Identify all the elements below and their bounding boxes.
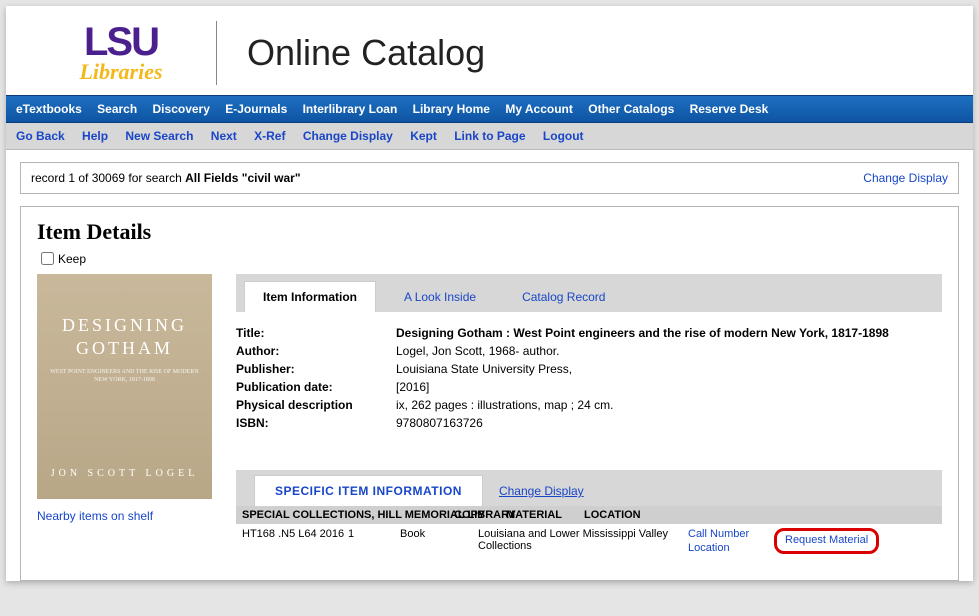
th-copy: COPY: [454, 509, 506, 521]
cell-material: Book: [400, 528, 478, 540]
nav-kept[interactable]: Kept: [410, 129, 437, 143]
nav-my-account[interactable]: My Account: [505, 102, 573, 116]
label-title: Title:: [236, 326, 396, 340]
nav-new-search[interactable]: New Search: [125, 129, 193, 143]
th-material: MATERIAL: [506, 509, 584, 521]
value-pubdate: [2016]: [396, 380, 942, 394]
item-details-panel: Item Details Keep DESIGNING GOTHAM WEST …: [20, 206, 959, 581]
tab-specific-item-info[interactable]: SPECIFIC ITEM INFORMATION: [254, 475, 483, 506]
nav-ejournals[interactable]: E-Journals: [225, 102, 287, 116]
nav-change-display[interactable]: Change Display: [303, 129, 393, 143]
table-row: HT168 .N5 L64 2016 1 Book Louisiana and …: [236, 524, 942, 560]
cover-author: JON SCOTT LOGEL: [45, 468, 204, 479]
page-title: Online Catalog: [247, 32, 485, 74]
value-publisher: Louisiana State University Press,: [396, 362, 942, 376]
label-isbn: ISBN:: [236, 416, 396, 430]
request-material-highlight: Request Material: [774, 528, 879, 554]
tabs: Item Information A Look Inside Catalog R…: [236, 274, 942, 312]
cell-location: Louisiana and Lower Mississippi Valley C…: [478, 528, 688, 552]
call-number-location-link[interactable]: Call Number Location: [688, 528, 780, 556]
search-summary-query: All Fields "civil war": [185, 171, 300, 185]
logo-bottom: Libraries: [46, 59, 196, 85]
value-isbn: 9780807163726: [396, 416, 942, 430]
nav-library-home[interactable]: Library Home: [413, 102, 490, 116]
keep-label: Keep: [58, 252, 86, 266]
header: LSU Libraries Online Catalog: [6, 6, 973, 95]
search-summary-prefix: record 1 of 30069 for search: [31, 171, 185, 185]
logo[interactable]: LSU Libraries: [46, 22, 196, 85]
label-publisher: Publisher:: [236, 362, 396, 376]
tab-item-information[interactable]: Item Information: [244, 281, 376, 312]
cover-title-line2: GOTHAM: [76, 338, 173, 358]
th-location: LOCATION: [584, 509, 936, 521]
keep-checkbox[interactable]: [41, 252, 54, 265]
request-material-link[interactable]: Request Material: [785, 534, 868, 546]
value-author: Logel, Jon Scott, 1968- author.: [396, 344, 942, 358]
book-cover: DESIGNING GOTHAM WEST POINT ENGINEERS AN…: [37, 274, 212, 499]
label-physical: Physical description: [236, 398, 396, 412]
search-summary: record 1 of 30069 for search All Fields …: [20, 162, 959, 194]
nav-interlibrary-loan[interactable]: Interlibrary Loan: [303, 102, 398, 116]
cell-call-number: HT168 .N5 L64 2016: [242, 528, 348, 540]
item-details-heading: Item Details: [37, 219, 942, 245]
cell-copy: 1: [348, 528, 400, 540]
tab-a-look-inside[interactable]: A Look Inside: [386, 282, 494, 312]
cover-subtitle: WEST POINT ENGINEERS AND THE RISE OF MOD…: [45, 369, 204, 385]
nearby-items-link[interactable]: Nearby items on shelf: [37, 509, 153, 523]
nav-reserve-desk[interactable]: Reserve Desk: [690, 102, 769, 116]
value-title: Designing Gotham : West Point engineers …: [396, 326, 942, 340]
nav-logout[interactable]: Logout: [543, 129, 584, 143]
nav-etextbooks[interactable]: eTextbooks: [16, 102, 82, 116]
nav-help[interactable]: Help: [82, 129, 108, 143]
nav-search[interactable]: Search: [97, 102, 137, 116]
change-display-link[interactable]: Change Display: [863, 171, 948, 185]
nav-go-back[interactable]: Go Back: [16, 129, 65, 143]
logo-top: LSU: [46, 22, 196, 62]
nav-primary: eTextbooks Search Discovery E-Journals I…: [6, 95, 973, 123]
nav-other-catalogs[interactable]: Other Catalogs: [588, 102, 674, 116]
nav-link-to-page[interactable]: Link to Page: [454, 129, 525, 143]
nav-secondary: Go Back Help New Search Next X-Ref Chang…: [6, 123, 973, 150]
metadata-table: Title: Designing Gotham : West Point eng…: [236, 326, 942, 430]
cover-title-line1: DESIGNING: [62, 315, 187, 335]
nav-xref[interactable]: X-Ref: [254, 129, 285, 143]
specific-change-display-link[interactable]: Change Display: [483, 476, 600, 506]
label-author: Author:: [236, 344, 396, 358]
nav-discovery[interactable]: Discovery: [153, 102, 210, 116]
nav-next[interactable]: Next: [211, 129, 237, 143]
label-pubdate: Publication date:: [236, 380, 396, 394]
divider-icon: [216, 21, 217, 85]
value-physical: ix, 262 pages : illustrations, map ; 24 …: [396, 398, 942, 412]
tab-catalog-record[interactable]: Catalog Record: [504, 282, 623, 312]
specific-item-info: SPECIFIC ITEM INFORMATION Change Display…: [236, 470, 942, 560]
